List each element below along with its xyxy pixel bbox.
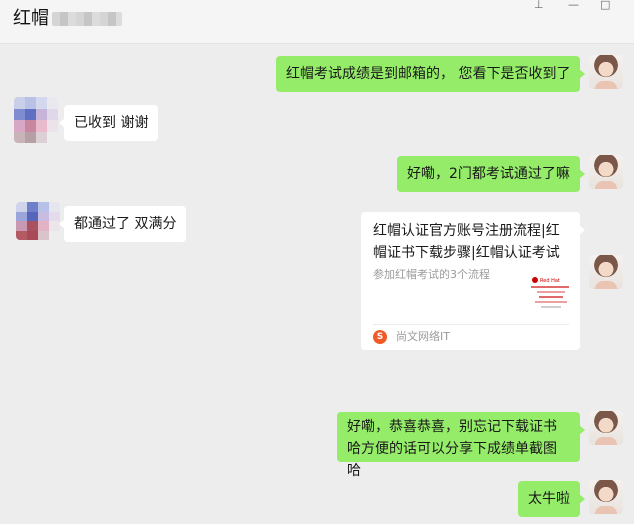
article-thumbnail: Red Hat xyxy=(527,272,577,316)
chat-header: 红帽 ⊥ — □ xyxy=(0,0,634,44)
contact-avatar[interactable] xyxy=(16,202,60,240)
message-bubble-self[interactable]: 好嘞，恭喜恭喜，别忘记下载证书哈方便的话可以分享下成绩单截图哈 xyxy=(337,412,585,479)
self-avatar[interactable] xyxy=(589,155,623,189)
article-source: 尚文网络IT xyxy=(396,330,450,343)
message-bubble-self[interactable]: 红帽考试成绩是到邮箱的， 您看下是否收到了 xyxy=(276,56,586,92)
self-avatar[interactable] xyxy=(589,255,623,289)
card-divider xyxy=(373,324,569,325)
maximize-icon[interactable]: □ xyxy=(600,0,610,10)
pin-icon[interactable]: ⊥ xyxy=(534,0,544,10)
article-description: 参加红帽考试的3个流程 xyxy=(373,268,490,281)
article-title: 红帽认证官方账号注册流程|红帽证书下载步骤|红帽认证考试流... xyxy=(373,223,560,261)
message-bubble-self[interactable]: 太牛啦 xyxy=(518,481,585,517)
minimize-icon[interactable]: — xyxy=(568,0,579,10)
message-bubble-contact[interactable]: 已收到 谢谢 xyxy=(58,105,159,141)
message-bubble-self[interactable]: 好嘞，2门都考试通过了嘛 xyxy=(397,156,585,192)
message-bubble-contact[interactable]: 都通过了 双满分 xyxy=(58,206,187,242)
self-avatar[interactable] xyxy=(589,480,623,514)
blurred-contact-name xyxy=(52,12,122,26)
chat-title: 红帽 xyxy=(13,8,49,29)
self-avatar[interactable] xyxy=(589,55,623,89)
contact-avatar[interactable] xyxy=(14,97,58,143)
thumb-logo-text: Red Hat xyxy=(540,278,560,284)
self-avatar[interactable] xyxy=(589,411,623,445)
source-logo-icon xyxy=(373,330,387,344)
